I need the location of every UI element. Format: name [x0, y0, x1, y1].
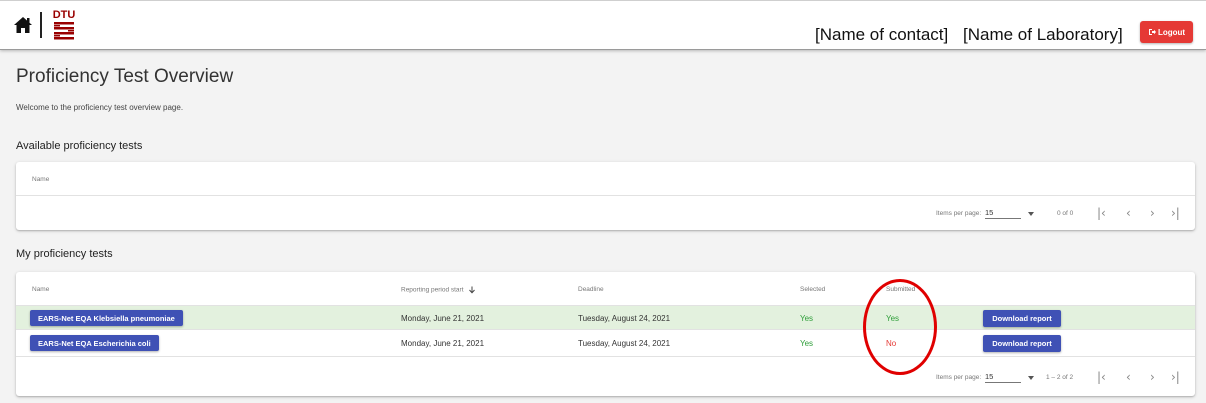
- contact-name: [Name of contact]: [815, 25, 949, 44]
- logout-button[interactable]: Logout: [1140, 21, 1193, 43]
- welcome-text: Welcome to the proficiency test overview…: [16, 103, 184, 112]
- page-range-label: 0 of 0: [1057, 210, 1074, 217]
- available-tests-table: Name Items per page: 15 0 of 0 |‹ ‹ › ›|: [16, 162, 1195, 230]
- page-title: Proficiency Test Overview: [16, 66, 234, 87]
- download-report-button[interactable]: Download report: [983, 310, 1061, 327]
- logout-icon: [1148, 29, 1156, 35]
- page-range-label: 1 – 2 of 2: [1046, 374, 1074, 381]
- dtu-logo[interactable]: DTU: [51, 7, 77, 43]
- home-icon[interactable]: [13, 16, 33, 34]
- svg-text:DTU: DTU: [53, 9, 76, 21]
- header-divider: [40, 12, 42, 38]
- available-tests-heading: Available proficiency tests: [16, 140, 143, 152]
- next-page-icon[interactable]: ›: [1150, 370, 1155, 384]
- reporting-start-cell: Monday, June 21, 2021: [401, 314, 485, 323]
- last-page-icon[interactable]: ›|: [1171, 370, 1180, 384]
- table-row: EARS-Net EQA Escherichia coli Monday, Ju…: [16, 330, 1195, 357]
- annotation-circle: [863, 279, 937, 375]
- deadline-cell: Tuesday, August 24, 2021: [578, 314, 671, 323]
- download-report-button[interactable]: Download report: [983, 335, 1061, 352]
- items-per-page-label: Items per page:: [936, 210, 982, 217]
- test-name-button[interactable]: EARS-Net EQA Escherichia coli: [30, 335, 159, 351]
- last-page-icon[interactable]: ›|: [1171, 206, 1180, 220]
- my-tests-table: Name Reporting period start Deadline Sel…: [16, 272, 1195, 396]
- first-page-icon[interactable]: |‹: [1097, 206, 1106, 220]
- reporting-start-cell: Monday, June 21, 2021: [401, 339, 485, 348]
- selected-cell: Yes: [800, 339, 814, 348]
- items-per-page-select[interactable]: 15: [985, 208, 1021, 219]
- my-tests-paginator: Items per page: 15 1 – 2 of 2 |‹ ‹ › ›|: [16, 362, 1195, 394]
- column-header-name: Name: [32, 176, 50, 183]
- available-paginator: Items per page: 15 0 of 0 |‹ ‹ › ›|: [16, 198, 1195, 230]
- previous-page-icon[interactable]: ‹: [1126, 370, 1131, 384]
- logout-label: Logout: [1157, 27, 1186, 37]
- column-header-label: Reporting period start: [401, 286, 464, 294]
- laboratory-name: [Name of Laboratory]: [963, 25, 1123, 44]
- column-header-selected[interactable]: Selected: [800, 286, 825, 293]
- test-name-button[interactable]: EARS-Net EQA Klebsiella pneumoniae: [30, 310, 183, 326]
- arrow-down-icon: [469, 286, 476, 294]
- items-per-page-select[interactable]: 15: [985, 372, 1021, 383]
- first-page-icon[interactable]: |‹: [1097, 370, 1106, 384]
- table-header-row: Name Reporting period start Deadline Sel…: [16, 272, 1195, 306]
- chevron-down-icon: [1028, 212, 1034, 216]
- next-page-icon[interactable]: ›: [1150, 206, 1155, 220]
- table-row: EARS-Net EQA Klebsiella pneumoniae Monda…: [16, 306, 1195, 330]
- selected-cell: Yes: [800, 314, 814, 323]
- previous-page-icon[interactable]: ‹: [1126, 206, 1131, 220]
- column-header-deadline[interactable]: Deadline: [578, 286, 604, 293]
- deadline-cell: Tuesday, August 24, 2021: [578, 339, 671, 348]
- column-header-name[interactable]: Name: [32, 286, 49, 293]
- column-header-reporting-start[interactable]: Reporting period start: [401, 286, 476, 294]
- table-header-row: Name: [16, 162, 1195, 196]
- chevron-down-icon: [1028, 376, 1034, 380]
- top-bar: DTU [Name of contact] [Name of Laborator…: [0, 0, 1206, 50]
- items-per-page-label: Items per page:: [936, 374, 982, 381]
- my-tests-heading: My proficiency tests: [16, 248, 113, 260]
